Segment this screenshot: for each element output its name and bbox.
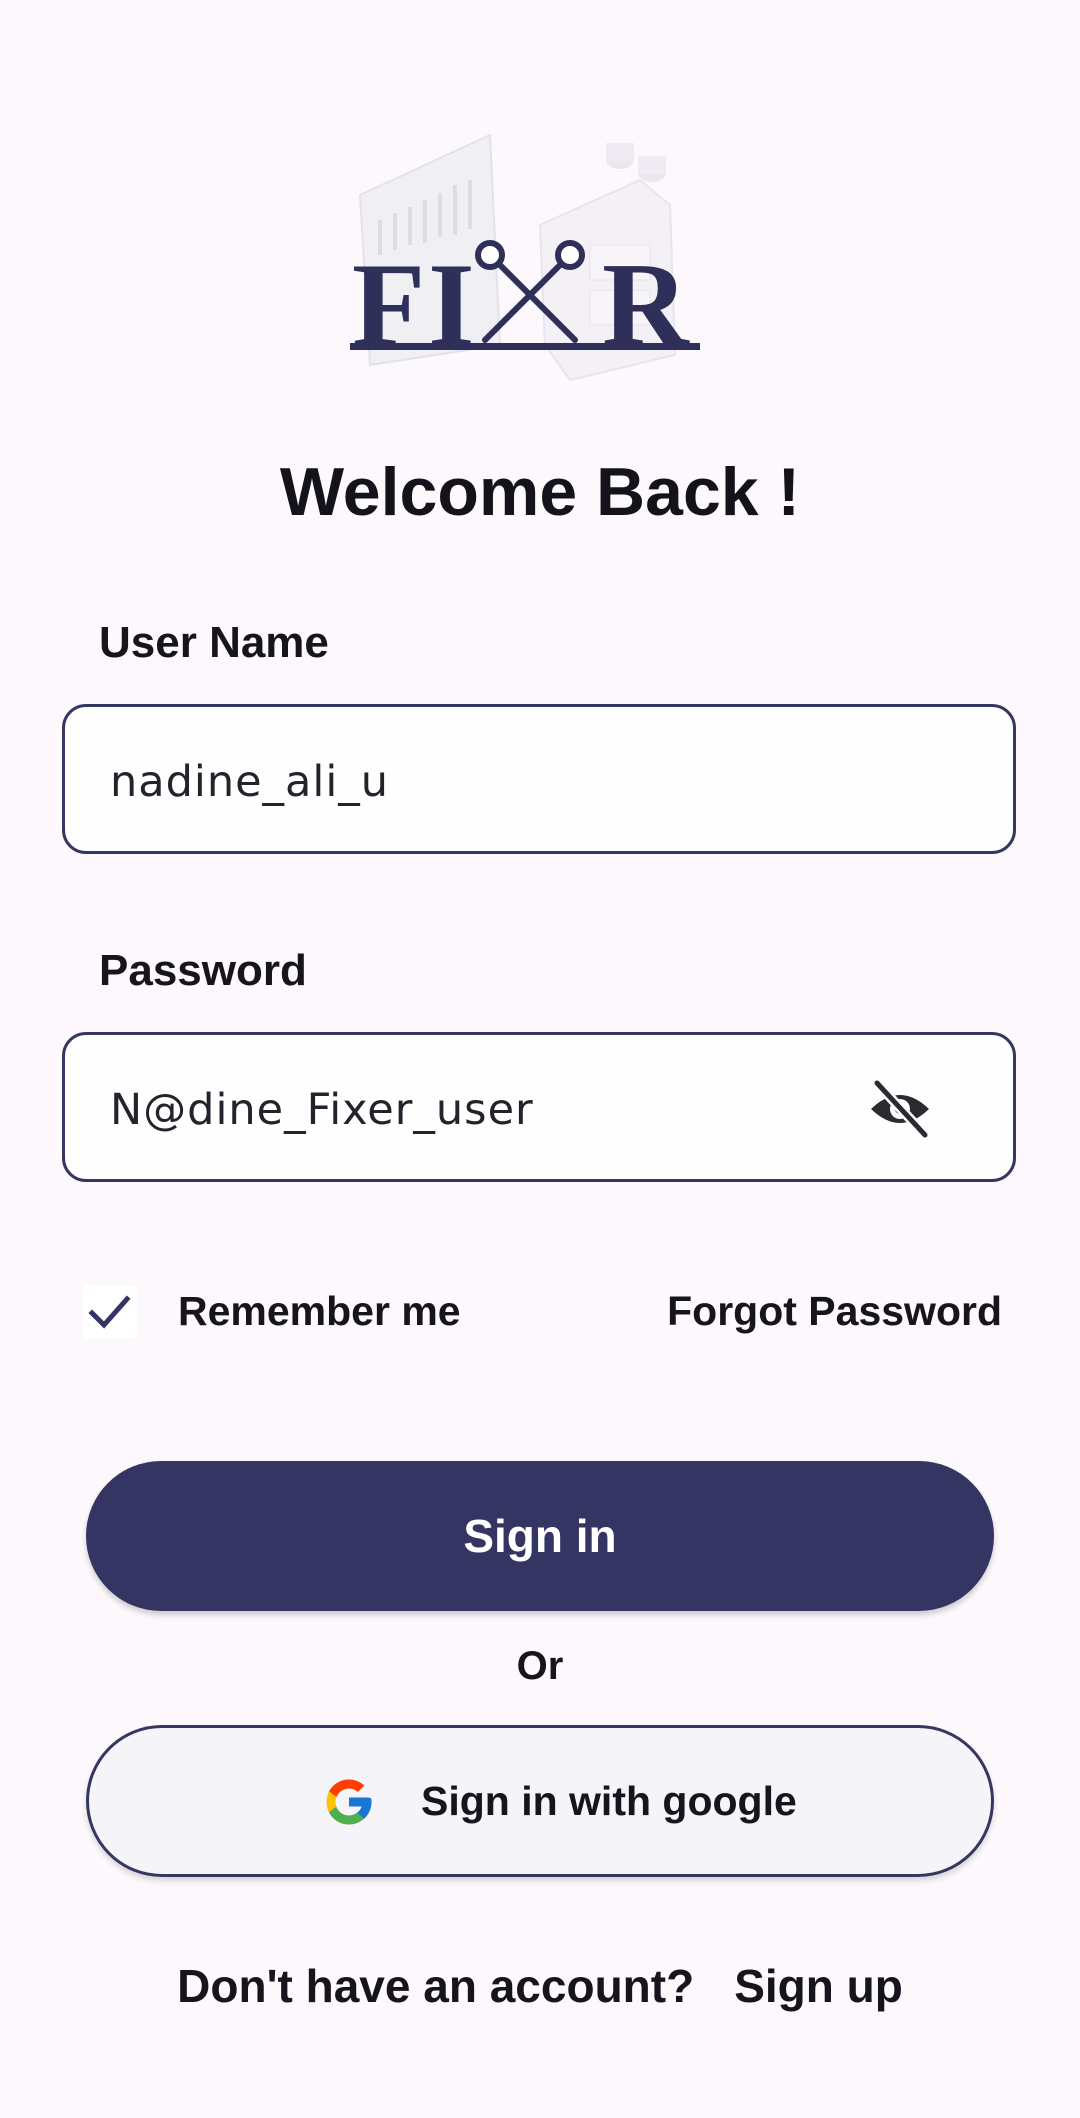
google-icon [322, 1775, 376, 1829]
checkmark-icon [88, 1295, 131, 1329]
remember-label[interactable]: Remember me [178, 1286, 461, 1336]
signup-prompt: Don't have an account? [177, 1960, 695, 2012]
password-value: N@dine_Fixer_user [110, 1085, 534, 1135]
svg-text:R: R [602, 238, 690, 371]
svg-text:F: F [352, 238, 425, 371]
sign-up-link[interactable]: Sign up [734, 1960, 903, 2012]
username-field[interactable]: nadine_ali_u [62, 704, 1016, 854]
signup-row: Don't have an account? Sign up [0, 1958, 1080, 2014]
remember-checkbox[interactable] [83, 1285, 137, 1339]
forgot-password-link[interactable]: Forgot Password [667, 1286, 1002, 1336]
page-title: Welcome Back ! [279, 454, 801, 530]
svg-text:I: I [428, 238, 475, 371]
username-label: User Name [99, 618, 329, 667]
sign-in-button[interactable]: Sign in [86, 1461, 994, 1611]
google-sign-in-button[interactable]: Sign in with google [86, 1725, 994, 1877]
fixr-logo: F I R [340, 125, 740, 385]
password-field[interactable]: N@dine_Fixer_user [62, 1032, 1016, 1182]
google-sign-in-label: Sign in with google [421, 1778, 797, 1824]
or-divider-label: Or [516, 1644, 564, 1688]
password-label: Password [99, 946, 307, 995]
eye-off-icon[interactable] [867, 1078, 933, 1140]
username-value: nadine_ali_u [110, 757, 390, 807]
